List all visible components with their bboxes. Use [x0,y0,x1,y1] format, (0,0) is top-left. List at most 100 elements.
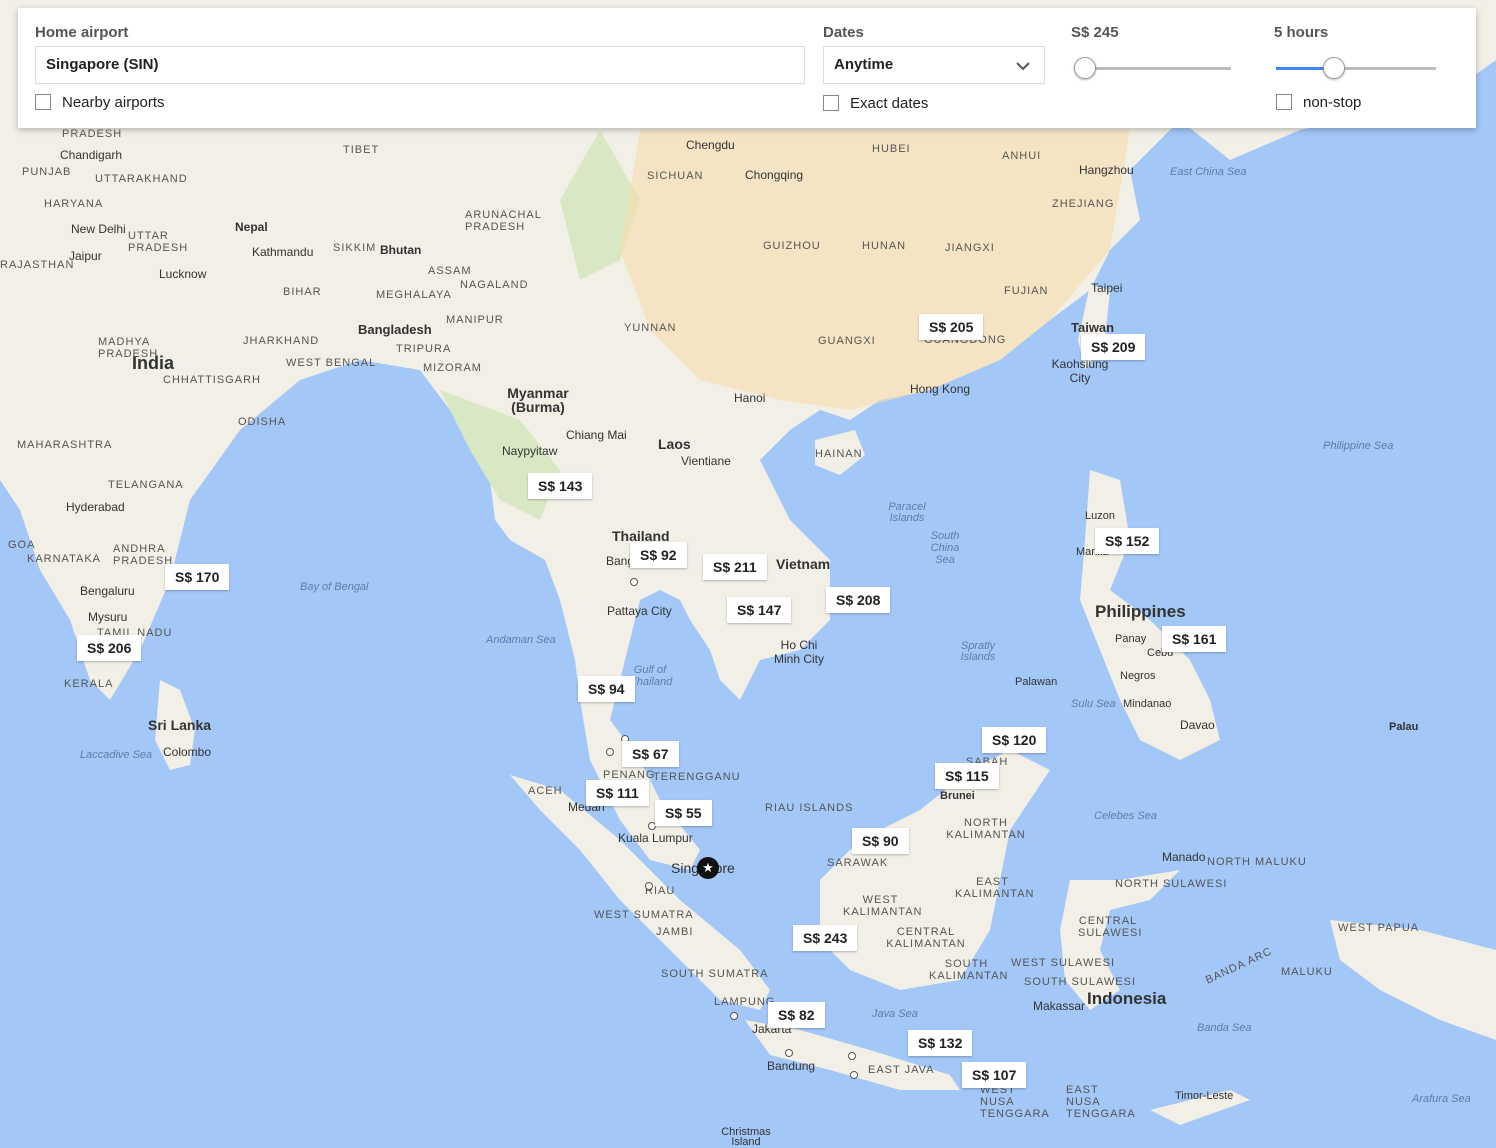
region-label: ACEH [528,785,563,797]
price-pin[interactable]: S$ 205 [919,314,984,340]
price-pin[interactable]: S$ 120 [982,727,1047,753]
dates-select[interactable]: Anytime [823,46,1045,84]
country-label: Bangladesh [358,322,432,337]
price-pin[interactable]: S$ 111 [586,780,649,806]
price-pin[interactable]: S$ 161 [1162,626,1227,652]
region-label: MADHYA PRADESH [98,336,159,360]
region-label: KERALA [64,678,114,690]
country-label: Bhutan [380,243,422,257]
region-label: SARAWAK [827,857,889,869]
country-label: Sri Lanka [148,717,212,733]
city-label: Christmas Island [721,1126,771,1148]
nearby-airports-label: Nearby airports [62,94,165,111]
sea-label: Spratly Islands [960,640,996,663]
sea-label: Arafura Sea [1412,1093,1471,1105]
search-panel: Home airport Singapore (SIN) Nearby airp… [18,8,1476,128]
airport-marker[interactable] [630,578,638,586]
city-label: Hanoi [734,391,766,405]
price-pin[interactable]: S$ 211 [703,554,767,580]
price-pin[interactable]: S$ 152 [1095,528,1160,554]
city-label: Timor-Leste [1175,1090,1234,1102]
city-label: Kaohsiung City [1051,357,1109,385]
city-label: Luzon [1085,510,1115,522]
home-airport-star-icon[interactable]: ★ [697,857,719,879]
price-pin[interactable]: S$ 94 [578,676,635,702]
region-label: MIZORAM [423,362,482,374]
region-label: WEST NUSA TENGGARA [980,1084,1050,1120]
airport-marker[interactable] [848,1052,856,1060]
region-label: MALUKU [1281,966,1333,978]
airport-marker[interactable] [785,1049,793,1057]
city-label: Ho Chi Minh City [773,638,824,666]
sea-label: Banda Sea [1197,1022,1252,1034]
region-label: EAST KALIMANTAN [955,876,1035,900]
country-label: Taiwan [1071,320,1115,335]
price-pin[interactable]: S$ 206 [77,635,142,661]
price-pin[interactable]: S$ 147 [727,597,792,623]
price-pin[interactable]: S$ 107 [962,1062,1027,1088]
price-pin[interactable]: S$ 67 [622,741,679,767]
country-label: Nepal [235,220,268,234]
region-label: RAJASTHAN [0,259,75,271]
country-label: Brunei [940,790,975,802]
airport-marker[interactable] [730,1012,738,1020]
region-label: SOUTH SUMATRA [661,968,769,980]
city-label: Chongqing [745,168,804,182]
price-pin[interactable]: S$ 132 [908,1030,973,1056]
dates-value: Anytime [834,56,894,73]
region-label: KARNATAKA [27,553,101,565]
city-label: Pattaya City [607,604,672,618]
country-label: Myanmar (Burma) [507,385,569,415]
price-pin[interactable]: S$ 208 [826,587,891,613]
city-label: Chiang Mai [566,428,627,442]
nearby-airports-checkbox[interactable] [35,94,51,110]
price-label: S$ 245 [1071,24,1119,41]
home-airport-input[interactable]: Singapore (SIN) [35,46,805,84]
region-label: EAST JAVA [868,1064,935,1076]
city-label: Makassar [1033,999,1086,1013]
region-label: CENTRAL KALIMANTAN [886,926,966,950]
region-label: ZHEJIANG [1052,198,1115,210]
nonstop-checkbox[interactable] [1276,94,1292,110]
region-label: NORTH KALIMANTAN [946,817,1026,841]
region-label: CHHATTISGARH [163,374,261,386]
region-label: WEST SULAWESI [1011,957,1116,969]
price-slider-handle[interactable] [1074,57,1096,79]
price-pin[interactable]: S$ 82 [768,1002,825,1028]
airport-marker[interactable] [850,1071,858,1079]
region-label: LAMPUNG [714,996,776,1008]
price-pin[interactable]: S$ 243 [793,925,858,951]
city-label: Naypyitaw [502,444,558,458]
city-label: Chandigarh [60,148,123,162]
region-label: JAMBI [656,926,694,938]
price-pin[interactable]: S$ 143 [528,473,593,499]
price-pin[interactable]: S$ 55 [655,800,712,826]
region-label: CENTRAL SULAWESI [1078,915,1143,939]
price-pin[interactable]: S$ 115 [935,763,999,789]
airport-marker[interactable] [645,882,653,890]
sea-label: Andaman Sea [486,634,556,646]
country-label: Philippines [1095,602,1186,621]
price-pin[interactable]: S$ 209 [1081,334,1146,360]
region-label: SOUTH SULAWESI [1024,976,1136,988]
country-label: Indonesia [1087,989,1167,1008]
region-label: JIANGXI [945,242,995,254]
sea-label: Laccadive Sea [80,749,153,761]
sea-label: South China Sea [930,530,960,566]
sea-label: Java Sea [872,1008,918,1020]
price-pin[interactable]: S$ 90 [852,828,909,854]
region-label: FUJIAN [1004,285,1049,297]
duration-slider-handle[interactable] [1323,57,1345,79]
price-pin[interactable]: S$ 92 [630,542,687,568]
region-label: RIAU ISLANDS [765,802,854,814]
city-label: Lucknow [159,267,207,281]
region-label: WEST BENGAL [286,357,377,369]
region-label: NORTH SULAWESI [1115,878,1228,890]
price-slider-track[interactable] [1075,67,1231,70]
region-label: GOA [8,539,36,551]
region-label: YUNNAN [624,322,677,334]
price-pin[interactable]: S$ 170 [165,564,230,590]
exact-dates-checkbox[interactable] [823,95,839,111]
city-label: Chengdu [686,138,735,152]
airport-marker[interactable] [606,748,614,756]
